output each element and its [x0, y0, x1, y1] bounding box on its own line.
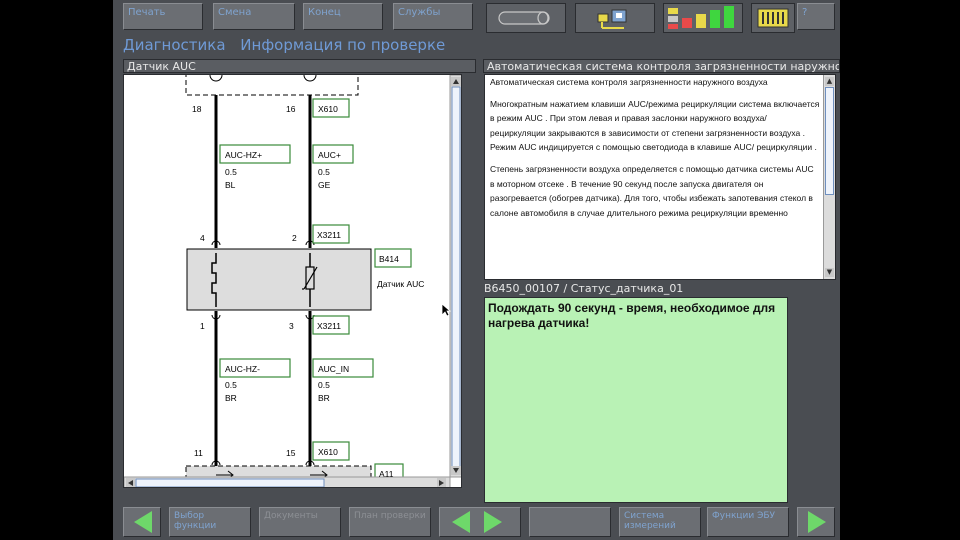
connector-label-x610-bottom: X610 [318, 447, 338, 457]
status-label: B6450_00107 / Статус_датчика_01 [484, 282, 684, 295]
measurement-system-button[interactable]: Система измерений [619, 507, 701, 537]
battery-tube-icon[interactable] [486, 3, 566, 33]
info-paragraph: Многократным нажатием клавиши AUC/режима… [490, 98, 820, 153]
print-button[interactable]: Печать [123, 3, 203, 30]
wire-color-label: BL [225, 180, 236, 190]
signal-level-icon [663, 3, 743, 33]
component-id-label: B414 [379, 254, 399, 264]
section-title: Диагностика [123, 36, 226, 54]
connector-label-x3211-bottom: X3211 [317, 321, 341, 331]
wire-size-label: 0.5 [225, 380, 237, 390]
pin-label: 18 [192, 104, 202, 114]
pin-label: 3 [289, 321, 294, 331]
info-panel-title: Автоматическая система контроля загрязне… [483, 59, 840, 73]
scroll-thumb[interactable] [825, 87, 834, 195]
info-paragraph: Автоматическая система контроля загрязне… [490, 77, 768, 87]
wire-name-label: AUC_IN [318, 364, 349, 374]
help-button[interactable]: ? [797, 3, 835, 30]
wiring-diagram[interactable]: 18 16 X610 AUC-HZ+ 0.5 BL AUC+ 0.5 GE 4 … [123, 74, 462, 488]
vehicle-connection-icon[interactable] [575, 3, 655, 33]
empty-function-button[interactable] [529, 507, 611, 537]
documents-button[interactable]: Документы [259, 507, 341, 537]
interface-icon[interactable] [751, 3, 795, 33]
page-header: Диагностика Информация по проверке [123, 36, 455, 54]
info-text-panel[interactable]: Автоматическая система контроля загрязне… [484, 74, 836, 280]
status-message: Подождать 90 секунд - время, необходимое… [484, 297, 788, 503]
info-scrollbar[interactable]: ▲ ▼ [823, 75, 835, 279]
info-paragraph: Степень загрязненности воздуха определяе… [490, 163, 814, 218]
pin-label: 15 [286, 448, 296, 458]
scroll-down-icon[interactable]: ▼ [825, 268, 834, 277]
test-plan-button[interactable]: План проверки [349, 507, 431, 537]
wire-size-label: 0.5 [318, 167, 330, 177]
services-button[interactable]: Службы [393, 3, 473, 30]
wire-color-label: GE [318, 180, 331, 190]
arrow-right-icon[interactable] [484, 511, 502, 533]
diagram-panel-title: Датчик AUC [123, 59, 476, 73]
component-name-label: Датчик AUC [377, 279, 424, 289]
wire-name-label: AUC-HZ+ [225, 150, 262, 160]
ecu-functions-button[interactable]: Функции ЭБУ [707, 507, 789, 537]
arrow-left-icon [134, 511, 152, 533]
connector-label-x3211-top: X3211 [317, 230, 341, 240]
pin-label: 1 [200, 321, 205, 331]
end-button[interactable]: Конец [303, 3, 383, 30]
wire-size-label: 0.5 [225, 167, 237, 177]
wire-name-label: AUC+ [318, 150, 341, 160]
page-title: Информация по проверке [240, 36, 446, 54]
back-button[interactable] [123, 507, 161, 537]
pin-label: 4 [200, 233, 205, 243]
select-function-button[interactable]: Выбор функции [169, 507, 251, 537]
pin-label: 2 [292, 233, 297, 243]
arrow-left-icon[interactable] [452, 511, 470, 533]
pin-label: 16 [286, 104, 296, 114]
change-button[interactable]: Смена [213, 3, 295, 30]
wire-color-label: BR [318, 393, 330, 403]
wire-name-label: AUC-HZ- [225, 364, 260, 374]
mouse-cursor-icon [441, 303, 451, 317]
navigation-arrows[interactable] [439, 507, 521, 537]
pin-label: 11 [194, 448, 203, 458]
arrow-right-icon [808, 511, 826, 533]
wire-color-label: BR [225, 393, 237, 403]
diagnostic-screen: Печать Смена Конец Службы ? Диагностика … [113, 0, 840, 540]
scroll-up-icon[interactable]: ▲ [825, 77, 834, 86]
connector-label-x610-top: X610 [318, 104, 338, 114]
wire-size-label: 0.5 [318, 380, 330, 390]
module-id-label: A11 [379, 469, 394, 479]
forward-button[interactable] [797, 507, 835, 537]
